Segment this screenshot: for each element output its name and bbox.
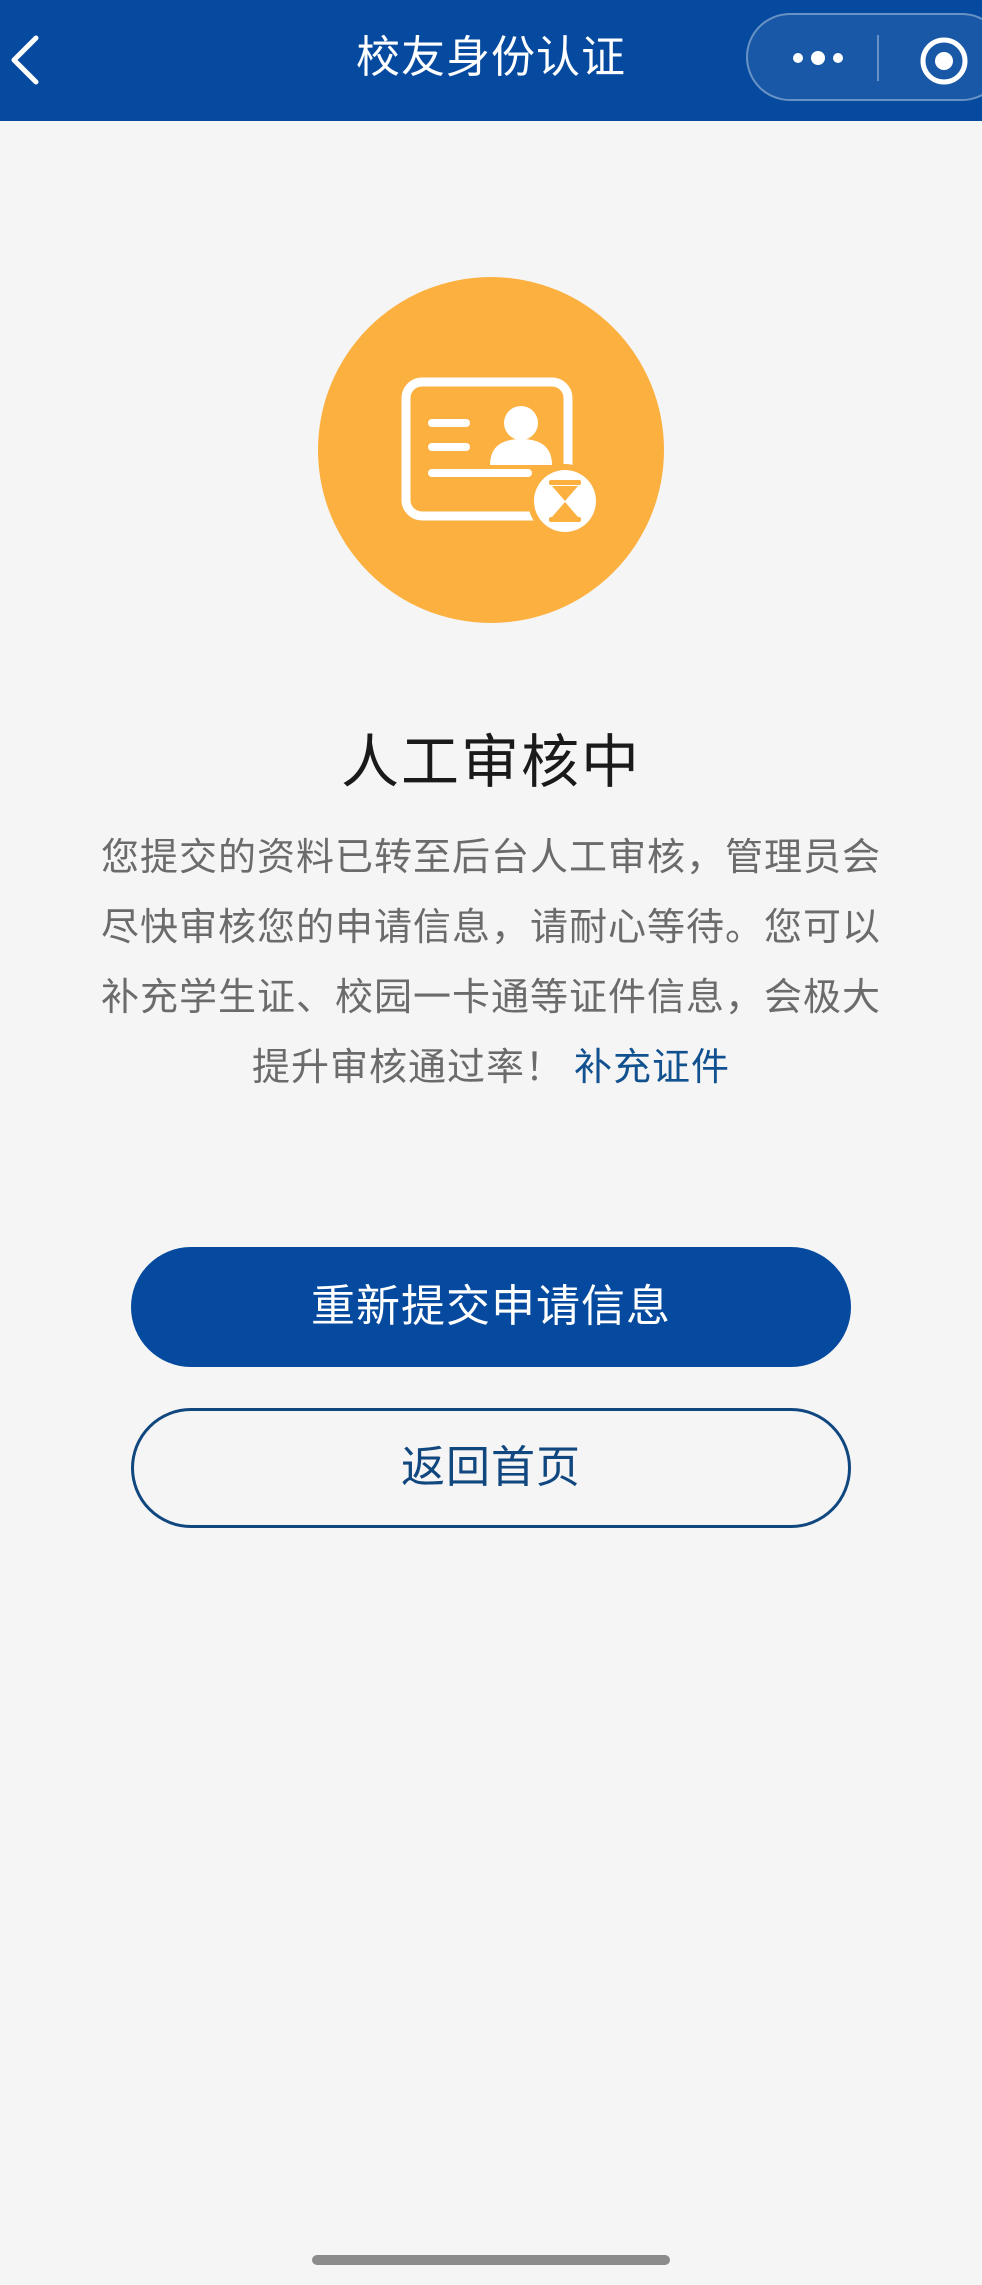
resubmit-application-button[interactable]: 重新提交申请信息	[131, 1247, 851, 1367]
target-close-icon	[920, 37, 968, 85]
close-button[interactable]	[918, 35, 970, 87]
back-button[interactable]	[0, 20, 60, 100]
back-to-home-button[interactable]: 返回首页	[131, 1408, 851, 1528]
mini-program-capsule	[746, 13, 982, 101]
capsule-divider	[877, 35, 879, 81]
id-card-pending-icon	[318, 277, 664, 623]
description-text: 您提交的资料已转至后台人工审核，管理员会尽快审核您的申请信息，请耐心等待。您可以…	[100, 835, 881, 1089]
status-description: 您提交的资料已转至后台人工审核，管理员会尽快审核您的申请信息，请耐心等待。您可以…	[95, 822, 887, 1102]
more-button[interactable]	[788, 43, 848, 73]
chevron-left-icon	[11, 35, 39, 85]
more-dots-icon	[793, 51, 843, 65]
navbar: 校友身份认证	[0, 0, 982, 121]
supplement-documents-link[interactable]: 补充证件	[574, 1045, 730, 1089]
status-title: 人工审核中	[340, 728, 641, 796]
home-indicator	[312, 2255, 670, 2265]
